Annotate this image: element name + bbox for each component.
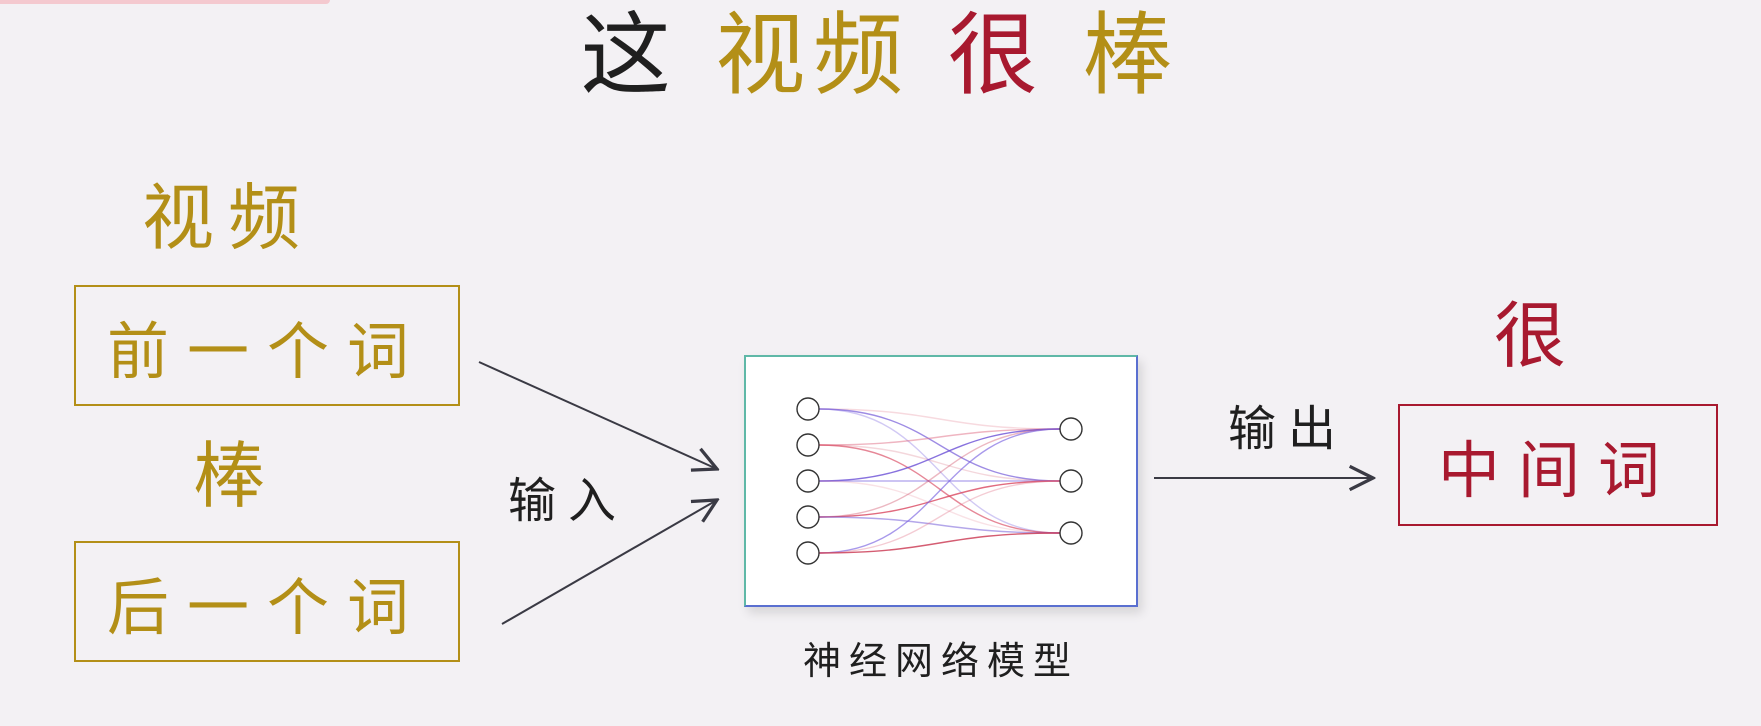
top-accent-bar (0, 0, 330, 4)
connection-edge (818, 428, 1061, 518)
input-arrow-top (478, 361, 717, 469)
title-part-video: 视频 (715, 3, 912, 108)
middle-word-box: 中间词 (1398, 404, 1718, 526)
input-node (796, 505, 820, 529)
output-node (1059, 469, 1083, 493)
previous-word-label: 视频 (142, 176, 315, 260)
input-label: 输入 (508, 473, 629, 529)
next-word-box: 后一个词 (74, 541, 460, 662)
title-part-very: 很 (947, 3, 1046, 108)
neural-network-card (744, 355, 1138, 607)
connection-edge (818, 444, 1061, 482)
neural-network-graph (796, 397, 1083, 565)
output-node (1059, 417, 1083, 441)
input-node (796, 433, 820, 457)
title-part-great: 棒 (1082, 3, 1181, 108)
input-node (796, 541, 820, 565)
neural-network-caption: 神经网络模型 (802, 639, 1079, 683)
input-node (796, 469, 820, 493)
title-part-this: 这 (580, 3, 679, 108)
output-label: 输出 (1228, 401, 1349, 457)
middle-word-label: 很 (1494, 294, 1581, 378)
next-word-label: 棒 (193, 434, 280, 518)
sentence-title: 这 视频 很 棒 (0, 6, 1761, 106)
connection-edge (818, 444, 1061, 534)
input-node (796, 397, 820, 421)
previous-word-box: 前一个词 (74, 285, 460, 406)
output-node (1059, 521, 1083, 545)
connection-edge (818, 480, 1061, 518)
